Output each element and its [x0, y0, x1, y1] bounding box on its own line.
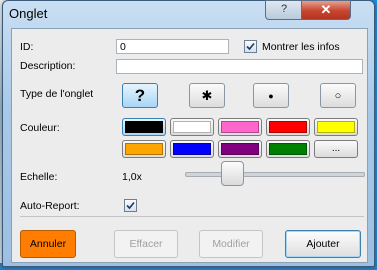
- shape-circle-button[interactable]: ○: [320, 83, 356, 108]
- more-colors-label: ...: [331, 143, 341, 154]
- swatch-fill: [173, 121, 211, 133]
- color-swatch-green[interactable]: [266, 140, 310, 158]
- add-button[interactable]: Ajouter: [285, 230, 361, 258]
- swatch-fill: [125, 121, 163, 133]
- close-button[interactable]: ✕: [301, 0, 351, 20]
- more-colors-button[interactable]: ...: [314, 140, 358, 158]
- id-label: ID:: [20, 41, 34, 53]
- clear-button[interactable]: Effacer: [114, 230, 178, 258]
- color-swatch-white[interactable]: [170, 118, 214, 136]
- help-button[interactable]: ?: [265, 0, 303, 20]
- modify-button[interactable]: Modifier: [199, 230, 263, 258]
- scale-label: Echelle:: [20, 171, 58, 183]
- show-info-checkbox[interactable]: [244, 40, 257, 53]
- swatch-fill: [221, 121, 259, 133]
- scale-slider-thumb[interactable]: [221, 161, 244, 186]
- scale-slider-track[interactable]: [185, 172, 365, 177]
- onglet-dialog: Onglet ? ✕ ID: 0 Montrer les infos Descr…: [2, 0, 375, 267]
- asterisk-icon: ✱: [201, 88, 213, 103]
- checkmark-icon: [126, 201, 135, 210]
- color-swatch-black[interactable]: [122, 118, 166, 136]
- separator: [20, 216, 364, 217]
- color-swatch-red[interactable]: [266, 118, 310, 136]
- color-swatch-blue[interactable]: [170, 140, 214, 158]
- swatch-fill: [173, 143, 211, 155]
- shape-type-label: Type de l'onglet: [20, 88, 94, 100]
- color-swatch-orange[interactable]: [122, 140, 166, 158]
- description-field[interactable]: [116, 59, 363, 74]
- window-title: Onglet: [9, 6, 48, 21]
- color-swatch-purple[interactable]: [218, 140, 262, 158]
- auto-report-checkbox[interactable]: [124, 199, 137, 212]
- scale-value: 1,0x: [122, 171, 142, 183]
- swatch-fill: [125, 143, 163, 155]
- shape-question-button[interactable]: ?: [122, 83, 158, 108]
- dot-icon: ●: [268, 91, 274, 101]
- dialog-client-area: ID: 0 Montrer les infos Description: Typ…: [11, 28, 368, 263]
- swatch-fill: [221, 143, 259, 155]
- swatch-fill: [317, 121, 355, 133]
- circle-icon: ○: [334, 90, 342, 102]
- color-swatch-yellow[interactable]: [314, 118, 358, 136]
- swatch-fill: [269, 143, 307, 155]
- shape-asterisk-button[interactable]: ✱: [189, 83, 225, 108]
- cancel-button[interactable]: Annuler: [20, 230, 76, 258]
- color-label: Couleur:: [20, 122, 60, 134]
- swatch-fill: [269, 121, 307, 133]
- show-info-label: Montrer les infos: [262, 41, 340, 53]
- description-label: Description:: [20, 60, 76, 72]
- checkmark-icon: [246, 42, 255, 51]
- shape-dot-button[interactable]: ●: [253, 83, 289, 108]
- color-swatch-pink[interactable]: [218, 118, 262, 136]
- id-field[interactable]: 0: [116, 39, 229, 54]
- auto-report-label: Auto-Report:: [20, 200, 80, 212]
- question-mark-icon: ?: [134, 86, 146, 105]
